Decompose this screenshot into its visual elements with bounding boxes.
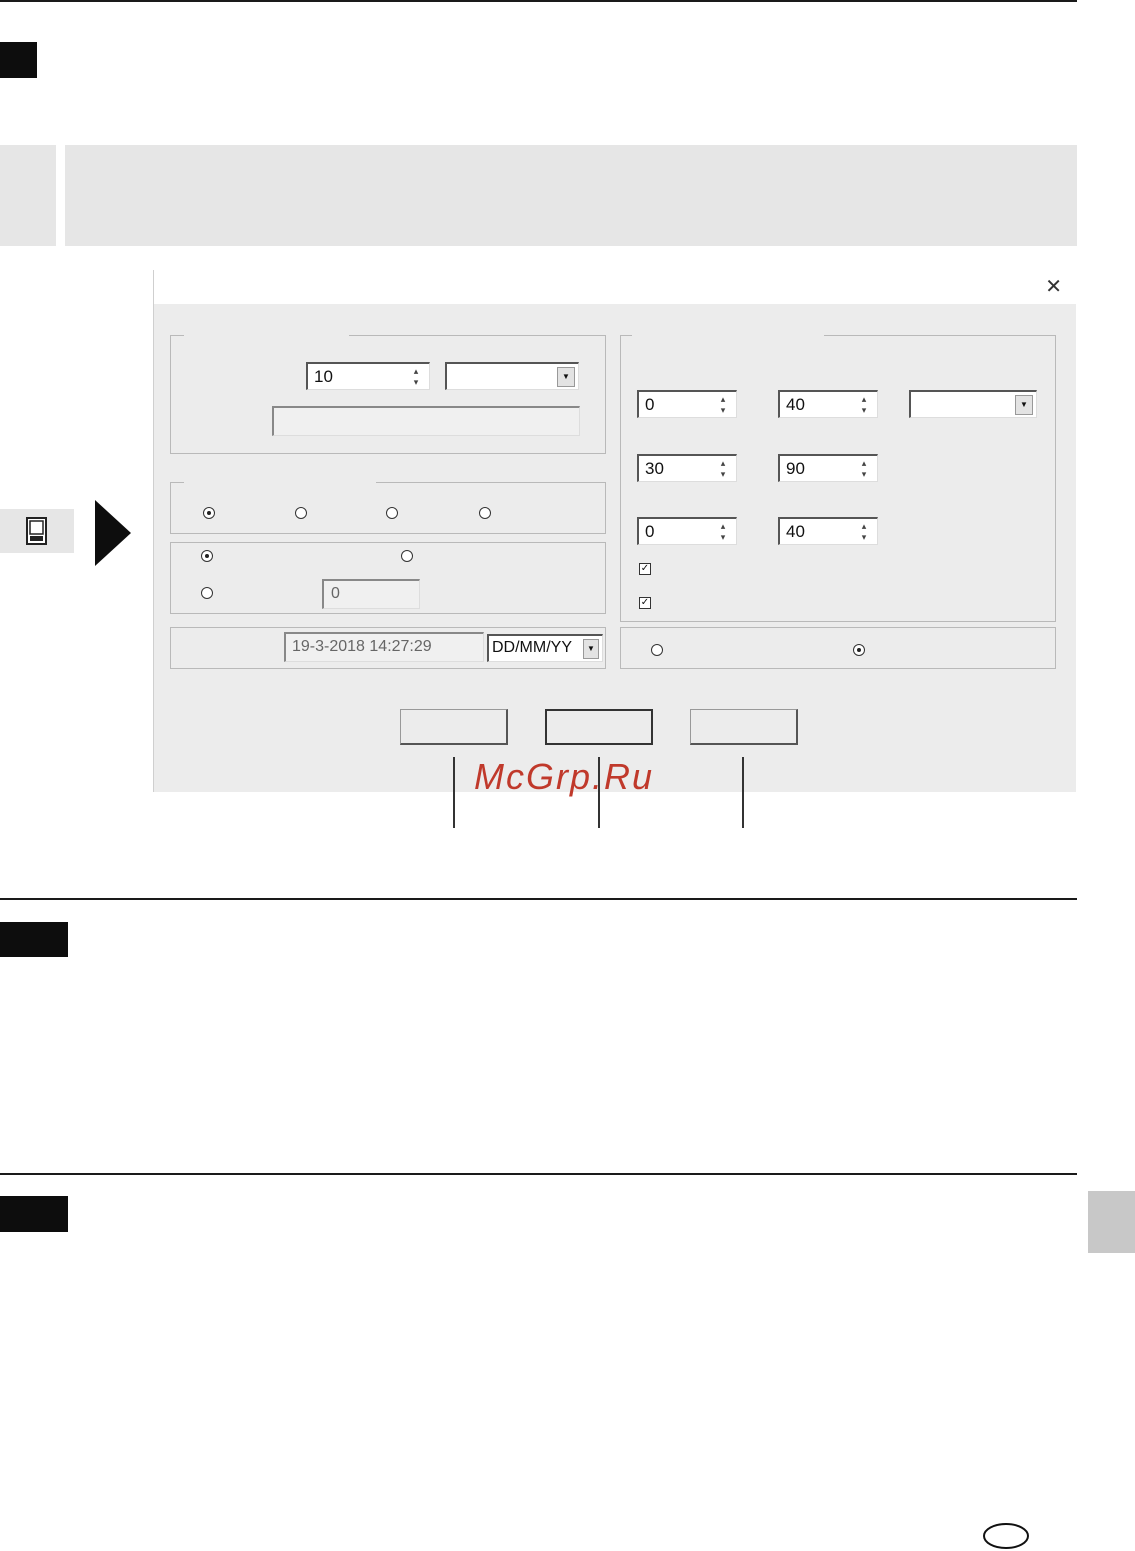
callout-line-1	[453, 757, 455, 828]
mode-radio-2[interactable]	[295, 507, 307, 519]
dialog-button-3[interactable]	[690, 709, 798, 745]
section-rule-2	[0, 898, 1077, 900]
chevron-down-icon[interactable]: ▼	[583, 639, 599, 659]
group-output	[620, 627, 1056, 669]
section-marker-2	[0, 922, 68, 957]
limit-value: 30	[645, 459, 664, 478]
watermark-logo: McGrp.Ru	[474, 756, 655, 797]
interval-radio-1[interactable]	[201, 550, 213, 562]
side-tab	[1088, 1191, 1135, 1253]
date-format-dropdown[interactable]: DD/MM/YY ▼	[487, 634, 603, 662]
spin-arrows-icon[interactable]: ▴ ▾	[857, 521, 871, 543]
callout-line-3	[742, 757, 744, 828]
counter-value: 10	[314, 367, 333, 386]
counter-spinner[interactable]: 10 ▴ ▾	[306, 362, 430, 390]
timestamp-field[interactable]: 19-3-2018 14:27:29	[284, 632, 484, 662]
group-measurement	[170, 335, 606, 454]
section-marker-1	[0, 42, 37, 78]
limit-value: 40	[786, 522, 805, 541]
mode-radio-3[interactable]	[386, 507, 398, 519]
offset-field[interactable]: 0	[322, 579, 420, 609]
limit-spinner-r1c1[interactable]: 0 ▴ ▾	[637, 390, 737, 418]
interval-radio-3[interactable]	[201, 587, 213, 599]
close-icon[interactable]: ✕	[1045, 274, 1062, 299]
section-marker-3	[0, 1196, 68, 1232]
date-format-value: DD/MM/YY	[492, 639, 572, 656]
limit-value: 0	[645, 395, 655, 414]
black-triangle-right-icon	[95, 500, 131, 566]
mode-radio-4[interactable]	[479, 507, 491, 519]
spin-arrows-icon[interactable]: ▴ ▾	[716, 394, 730, 416]
offset-value: 0	[331, 585, 340, 602]
timestamp-value: 19-3-2018 14:27:29	[292, 638, 432, 655]
dialog-button-2[interactable]	[545, 709, 653, 745]
path-field[interactable]	[272, 406, 580, 436]
limit-checkbox-2[interactable]: ✓	[639, 597, 651, 609]
band-main-block	[65, 145, 1077, 246]
limit-checkbox-1[interactable]: ✓	[639, 563, 651, 575]
section-rule-3	[0, 1173, 1077, 1175]
country-oval-icon	[983, 1523, 1029, 1549]
mode-radio-1[interactable]	[203, 507, 215, 519]
dialog-button-1[interactable]	[400, 709, 508, 745]
limit-spinner-r1c2[interactable]: 40 ▴ ▾	[778, 390, 878, 418]
dialog-titlebar: ✕	[154, 270, 1076, 304]
limit-spinner-r3c1[interactable]: 0 ▴ ▾	[637, 517, 737, 545]
group-limits-legend	[632, 328, 824, 342]
limit-value: 90	[786, 459, 805, 478]
window-panel-icon	[26, 517, 47, 545]
limit-value: 40	[786, 395, 805, 414]
spin-arrows-icon[interactable]: ▴ ▾	[857, 394, 871, 416]
group-measurement-legend	[184, 328, 349, 342]
group-mode-legend	[184, 474, 376, 488]
top-rule	[0, 0, 1077, 2]
spin-arrows-icon[interactable]: ▴ ▾	[857, 458, 871, 480]
limit-unit-dropdown[interactable]: ▼	[909, 390, 1037, 418]
limit-spinner-r3c2[interactable]: 40 ▴ ▾	[778, 517, 878, 545]
spin-arrows-icon[interactable]: ▴ ▾	[409, 366, 423, 388]
interval-radio-2[interactable]	[401, 550, 413, 562]
panel-icon-tile	[0, 509, 74, 553]
limit-spinner-r2c1[interactable]: 30 ▴ ▾	[637, 454, 737, 482]
output-radio-1[interactable]	[651, 644, 663, 656]
spin-arrows-icon[interactable]: ▴ ▾	[716, 521, 730, 543]
output-radio-2[interactable]	[853, 644, 865, 656]
chevron-down-icon[interactable]: ▼	[557, 367, 575, 387]
band-left-block	[0, 145, 56, 246]
chevron-down-icon[interactable]: ▼	[1015, 395, 1033, 415]
settings-dialog: ✕ 10 ▴ ▾ ▼ 0 19-3-2018 14:27:29 DD/MM/YY …	[153, 270, 1076, 792]
limit-value: 0	[645, 522, 655, 541]
spin-arrows-icon[interactable]: ▴ ▾	[716, 458, 730, 480]
unit-dropdown[interactable]: ▼	[445, 362, 579, 390]
limit-spinner-r2c2[interactable]: 90 ▴ ▾	[778, 454, 878, 482]
